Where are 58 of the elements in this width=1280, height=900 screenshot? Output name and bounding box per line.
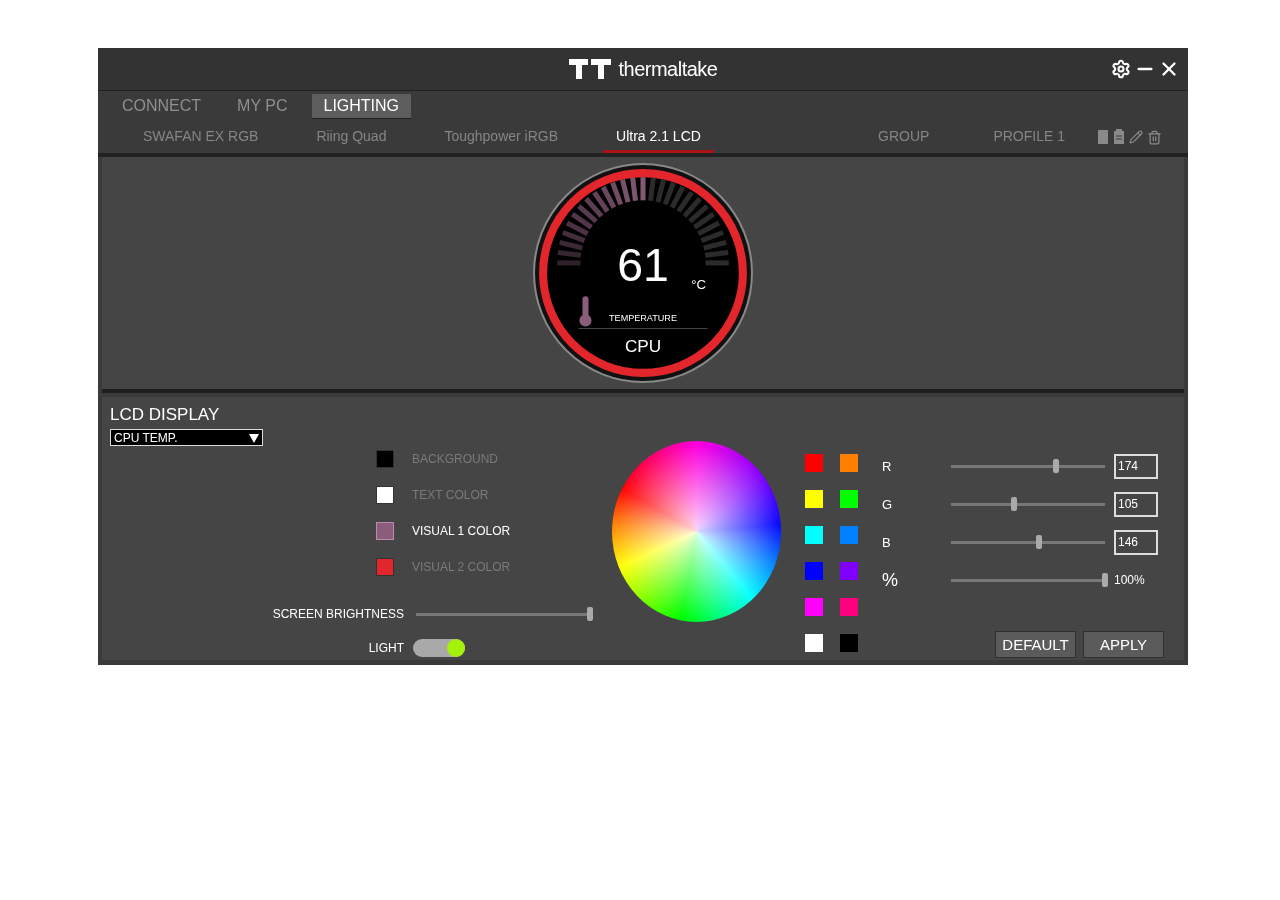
color-swatch[interactable] <box>805 526 823 544</box>
main-tab[interactable]: LIGHTING <box>311 94 412 118</box>
logo-icon <box>568 59 611 79</box>
color-swatch[interactable] <box>840 598 858 616</box>
channel-label: G <box>882 496 894 512</box>
source-label: CPU <box>624 335 662 356</box>
percent-reading: 100% <box>1114 573 1146 587</box>
brand-name: thermaltake <box>618 57 718 81</box>
color-swatch[interactable] <box>840 526 858 544</box>
device-tab[interactable]: SWAFAN EX RGB <box>130 128 272 153</box>
slider-thumb[interactable] <box>1052 459 1059 473</box>
color-target-swatch[interactable] <box>376 558 394 576</box>
group-label[interactable]: GROUP <box>878 128 930 153</box>
device-tab[interactable]: Ultra 2.1 LCD <box>603 128 714 153</box>
color-swatch[interactable] <box>805 454 823 472</box>
device-tab[interactable]: Toughpower iRGB <box>431 128 572 153</box>
settings-icon[interactable] <box>1110 58 1132 80</box>
mode-dropdown[interactable]: CPU TEMP. <box>110 429 263 446</box>
color-target-swatch[interactable] <box>376 450 394 468</box>
color-swatch[interactable] <box>840 562 858 580</box>
light-toggle[interactable] <box>413 639 465 657</box>
color-swatch[interactable] <box>805 598 823 616</box>
color-swatch[interactable] <box>840 490 858 508</box>
section-title: LCD DISPLAY <box>110 405 220 425</box>
color-target-swatch[interactable] <box>376 522 394 540</box>
color-swatch[interactable] <box>805 634 823 652</box>
main-tab[interactable]: CONNECT <box>110 94 214 118</box>
color-swatch[interactable] <box>805 562 823 580</box>
trash-icon[interactable] <box>1147 129 1162 145</box>
light-label: LIGHT <box>368 641 404 655</box>
channel-label: R <box>882 458 893 474</box>
channel-value-field[interactable]: 174 <box>1114 453 1158 479</box>
slider-thumb[interactable] <box>1102 573 1108 587</box>
profile-label[interactable]: PROFILE 1 <box>993 128 1065 153</box>
pencil-icon[interactable] <box>1129 130 1143 144</box>
slider-thumb[interactable] <box>1035 535 1042 549</box>
color-swatch[interactable] <box>840 454 858 472</box>
caret-icon <box>249 432 259 443</box>
slider-thumb[interactable] <box>587 607 593 621</box>
device-tab[interactable]: Riing Quad <box>303 128 400 153</box>
clipboard-icon[interactable] <box>1113 129 1125 145</box>
percent-label: % <box>882 569 899 591</box>
channel-label: B <box>882 534 892 550</box>
slider-thumb[interactable] <box>1011 497 1018 511</box>
channel-value-field[interactable]: 105 <box>1114 491 1158 517</box>
action-button[interactable]: DEFAULT <box>995 631 1076 658</box>
color-target-swatch[interactable] <box>376 486 394 504</box>
temperature-value: 61 <box>617 239 669 292</box>
channel-value-field[interactable]: 146 <box>1114 529 1158 555</box>
unit-label: °C <box>691 277 706 293</box>
action-button[interactable]: APPLY <box>1083 631 1164 658</box>
temperature-label: TEMPERATURE <box>609 313 677 324</box>
color-target-label[interactable]: VISUAL 1 COLOR <box>412 524 511 538</box>
main-tab[interactable]: MY PC <box>225 94 300 118</box>
color-swatch[interactable] <box>805 490 823 508</box>
page-icon[interactable] <box>1097 129 1109 145</box>
color-swatch[interactable] <box>840 634 858 652</box>
brightness-label: SCREEN BRIGHTNESS <box>272 607 404 621</box>
